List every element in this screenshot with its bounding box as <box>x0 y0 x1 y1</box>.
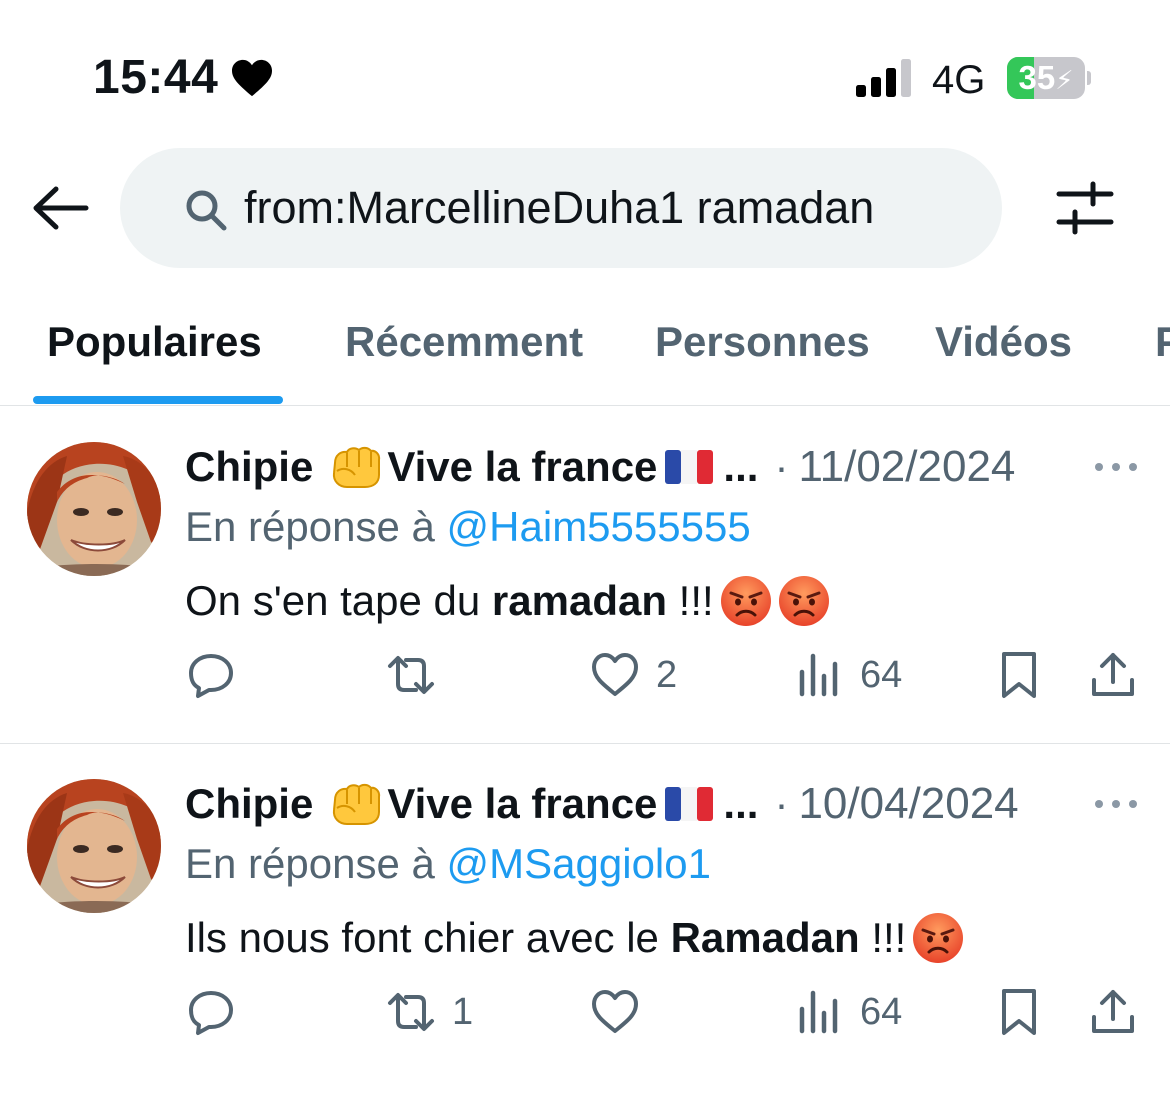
tweet-text-highlight: Ramadan <box>670 914 860 961</box>
search-icon <box>186 190 227 231</box>
search-tabs: Populaires Récemment Personnes Vidéos P <box>0 300 1170 406</box>
separator-dot: · <box>774 443 789 490</box>
tab-populaires[interactable]: Populaires <box>47 318 262 366</box>
avatar[interactable] <box>27 442 161 576</box>
tab-personnes[interactable]: Personnes <box>655 318 870 366</box>
heart-icon <box>232 59 273 96</box>
battery-cap <box>1087 71 1091 85</box>
status-bar: 15:44 4G 35⚡︎ <box>0 0 1170 130</box>
tweet-header: Chipie Vive la france ... · 11/02/2024 <box>185 437 1075 497</box>
charging-bolt-icon: ⚡︎ <box>1055 65 1074 95</box>
reply-mention-link[interactable]: @MSaggiolo1 <box>447 840 711 887</box>
search-input[interactable] <box>244 178 984 238</box>
tab-recemment[interactable]: Récemment <box>345 318 583 366</box>
separator-dot: · <box>774 780 789 827</box>
tweet-text: On s'en tape du ramadan !!! <box>185 575 830 627</box>
heart-outline-icon <box>592 990 638 1033</box>
more-options-icon[interactable] <box>1093 457 1139 477</box>
like-button[interactable] <box>590 982 640 1042</box>
tweet-card[interactable]: Chipie Vive la france ... · 11/02/2024 E… <box>0 407 1170 744</box>
reply-button[interactable] <box>186 982 236 1042</box>
tweet-text-start: Ils nous font chier avec le <box>185 914 659 961</box>
cellular-signal-icon <box>856 59 911 97</box>
retweet-icon <box>388 993 434 1031</box>
tweet-date[interactable]: 11/02/2024 <box>798 442 1015 492</box>
reply-icon <box>189 654 233 698</box>
like-button[interactable]: 2 <box>590 645 677 705</box>
active-tab-indicator <box>33 396 283 404</box>
bookmark-button[interactable] <box>994 645 1044 705</box>
angry-face-emoji-icon <box>778 575 830 627</box>
status-time: 15:44 <box>93 50 274 105</box>
retweet-count: 1 <box>452 990 474 1033</box>
reply-prefix: En réponse à <box>185 840 435 887</box>
avatar[interactable] <box>27 779 161 913</box>
like-count: 2 <box>656 653 678 696</box>
arrow-left-icon <box>33 186 89 230</box>
tweet-text-end: !!! <box>666 577 714 624</box>
retweet-icon <box>388 656 434 694</box>
views-chart-icon <box>799 990 838 1034</box>
tweet-actions: 2 64 <box>0 645 1170 705</box>
views-count: 64 <box>860 653 903 696</box>
clock-text: 15:44 <box>93 51 219 104</box>
more-options-icon[interactable] <box>1093 794 1139 814</box>
bookmark-button[interactable] <box>994 982 1044 1042</box>
tweet-text-end: !!! <box>859 914 907 961</box>
retweet-button[interactable]: 1 <box>386 982 473 1042</box>
views-button[interactable]: 64 <box>794 645 902 705</box>
fist-emoji-icon <box>329 445 383 489</box>
bookmark-icon <box>1002 652 1036 698</box>
retweet-button[interactable] <box>386 645 436 705</box>
france-flag-icon <box>665 787 713 821</box>
tweet-actions: 1 64 <box>0 982 1170 1042</box>
heart-outline-icon <box>592 653 638 696</box>
views-count: 64 <box>860 990 903 1033</box>
tweet-card[interactable]: Chipie Vive la france ... · 10/04/2024 E… <box>0 744 1170 1081</box>
angry-face-emoji-icon <box>912 912 964 964</box>
tab-videos[interactable]: Vidéos <box>935 318 1072 366</box>
views-button[interactable]: 64 <box>794 982 902 1042</box>
author-name[interactable]: Chipie <box>185 780 313 828</box>
views-chart-icon <box>799 653 838 697</box>
network-type: 4G <box>932 58 986 102</box>
reply-icon <box>189 991 233 1035</box>
battery-percent: 35⚡︎ <box>1018 59 1074 96</box>
battery-body: 35⚡︎ <box>1007 57 1085 99</box>
author-name[interactable]: Chipie <box>185 443 313 491</box>
search-bar[interactable] <box>120 148 1002 268</box>
battery-indicator: 35⚡︎ <box>1007 57 1091 99</box>
fist-emoji-icon <box>329 782 383 826</box>
author-name-suffix[interactable]: Vive la france <box>387 780 657 828</box>
reply-mention-link[interactable]: @Haim5555555 <box>447 503 751 550</box>
back-button[interactable] <box>30 180 90 236</box>
bookmark-icon <box>1002 989 1036 1035</box>
france-flag-icon <box>665 450 713 484</box>
name-truncation: ... <box>723 443 759 490</box>
tweet-text: Ils nous font chier avec le Ramadan !!! <box>185 912 964 964</box>
reply-button[interactable] <box>186 645 236 705</box>
reply-context: En réponse à @Haim5555555 <box>185 503 751 551</box>
name-truncation: ... <box>723 780 759 827</box>
author-name-suffix[interactable]: Vive la france <box>387 443 657 491</box>
share-button[interactable] <box>1088 645 1138 705</box>
share-icon <box>1092 990 1134 1033</box>
share-button[interactable] <box>1088 982 1138 1042</box>
reply-prefix: En réponse à <box>185 503 435 550</box>
angry-face-emoji-icon <box>720 575 772 627</box>
tweet-text-start: On s'en tape du <box>185 577 481 624</box>
tab-photos[interactable]: P <box>1155 318 1170 366</box>
share-icon <box>1092 653 1134 696</box>
tweet-header: Chipie Vive la france ... · 10/04/2024 <box>185 774 1075 834</box>
sliders-icon[interactable] <box>1053 178 1117 238</box>
reply-context: En réponse à @MSaggiolo1 <box>185 840 711 888</box>
tweet-date[interactable]: 10/04/2024 <box>798 779 1018 829</box>
tweet-text-highlight: ramadan <box>491 577 667 624</box>
